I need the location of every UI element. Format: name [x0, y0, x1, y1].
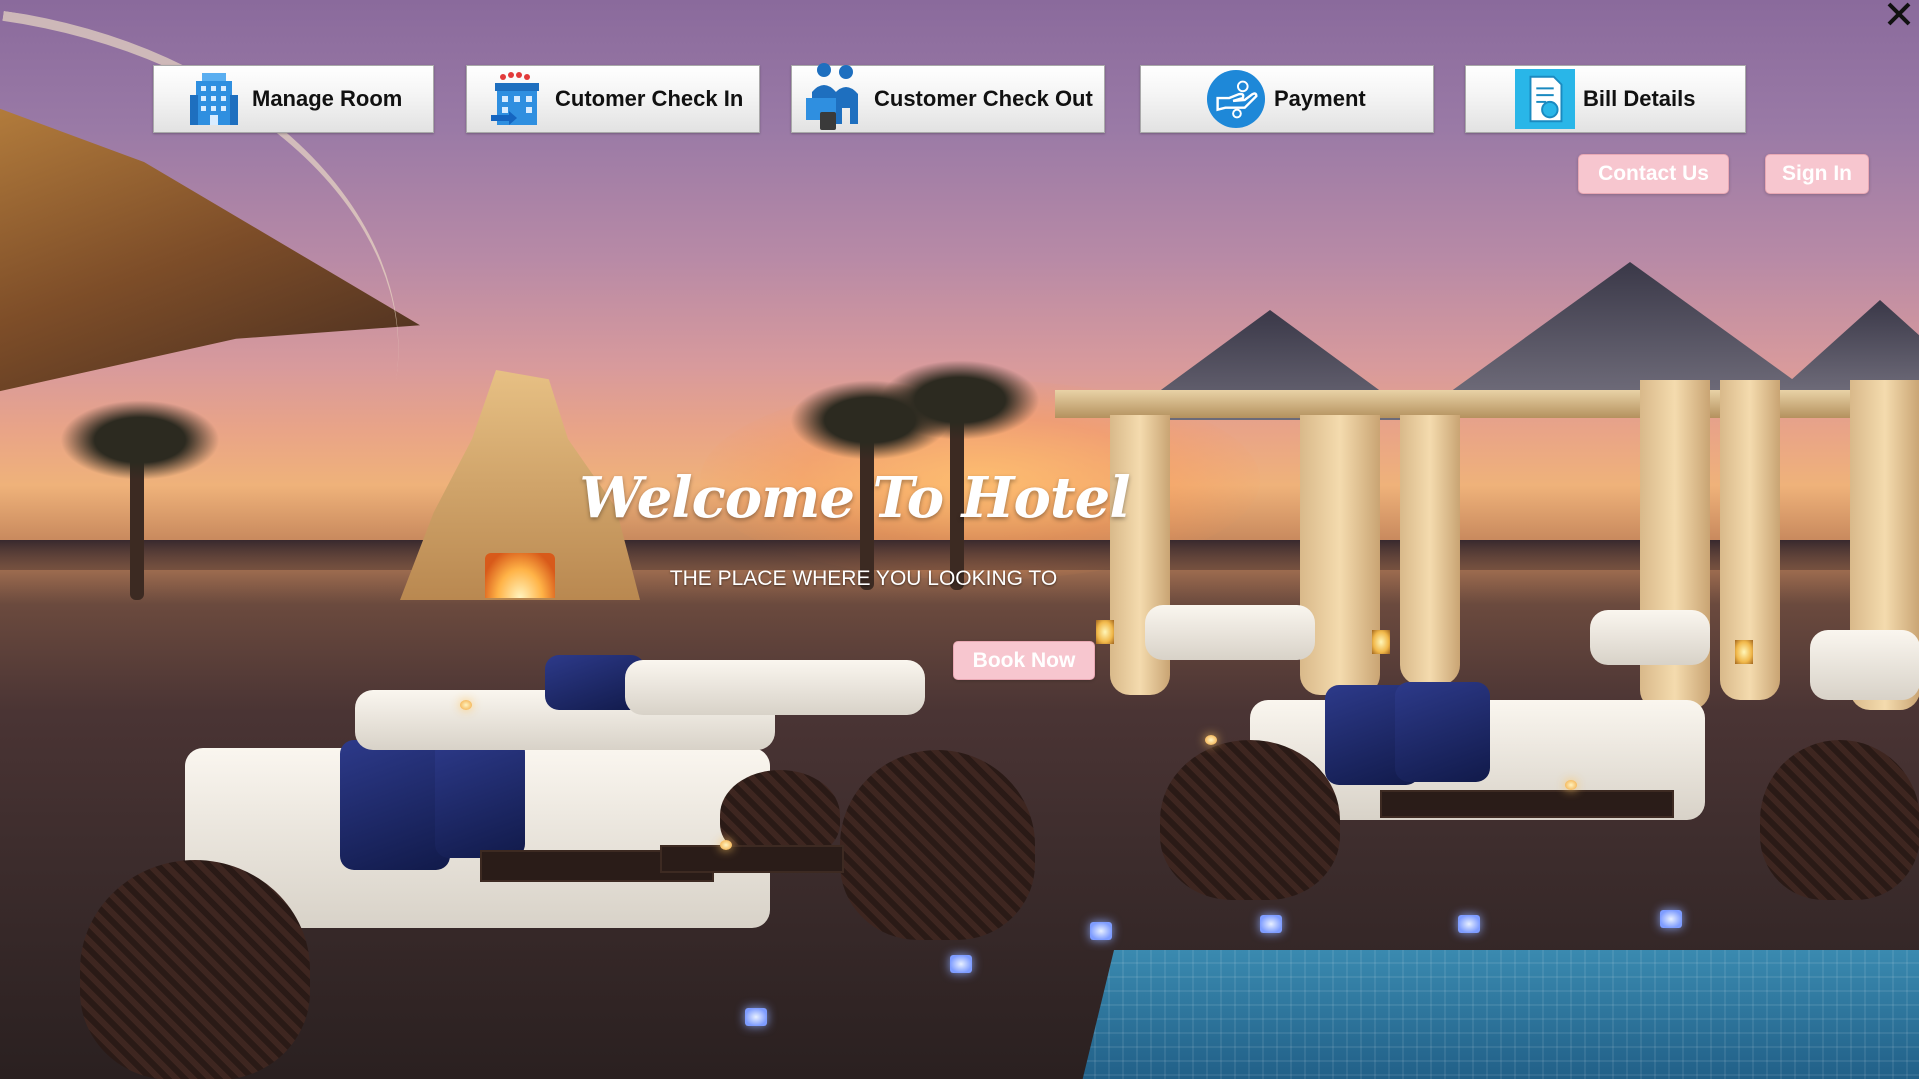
wicker-chair — [80, 860, 310, 1079]
close-button[interactable] — [1885, 0, 1913, 28]
curtain — [1300, 415, 1380, 695]
bill-details-button[interactable]: Bill Details — [1465, 65, 1746, 133]
customer-check-out-button[interactable]: Customer Check Out — [791, 63, 1105, 133]
lantern — [1096, 620, 1114, 644]
curtain — [1400, 415, 1460, 685]
pavilion-roof — [1780, 300, 1919, 390]
payment-button[interactable]: Payment — [1140, 65, 1434, 133]
pavilion-beam — [1055, 390, 1919, 418]
side-table — [660, 845, 844, 873]
customer-check-in-label: Cutomer Check In — [555, 86, 744, 111]
customer-check-out-label: Customer Check Out — [874, 86, 1093, 111]
wicker-chair — [1760, 740, 1919, 900]
deck-light — [950, 955, 972, 973]
payment-label: Payment — [1274, 86, 1366, 111]
wicker-chair — [1160, 740, 1340, 900]
book-now-button[interactable]: Book Now — [953, 641, 1095, 680]
pavilion-sofa — [1590, 610, 1710, 665]
deck-light — [1260, 915, 1282, 933]
reception-desk-icon — [802, 63, 866, 132]
deck-light — [1660, 910, 1682, 928]
bill-document-icon — [1515, 69, 1575, 129]
pavilion-roof — [1450, 262, 1810, 392]
hotel-check-in-icon — [487, 69, 547, 129]
palm-fronds — [880, 360, 1040, 440]
deck-light — [1458, 915, 1480, 933]
candle — [720, 840, 732, 850]
lantern — [1735, 640, 1753, 664]
hotel-home-window: Manage Room Cutomer Check In Customer Ch… — [0, 0, 1919, 1079]
manage-room-label: Manage Room — [252, 86, 403, 111]
customer-check-in-button[interactable]: Cutomer Check In — [466, 65, 760, 133]
hero-title: Welcome To Hotel — [579, 465, 1130, 531]
deck-light — [745, 1008, 767, 1026]
hero-subtitle: THE PLACE WHERE YOU LOOKING TO — [669, 567, 1058, 590]
daybed — [625, 660, 925, 715]
candle — [460, 700, 472, 710]
navy-pillow — [1395, 682, 1490, 782]
lantern — [1372, 630, 1390, 654]
payment-hand-icon — [1206, 69, 1266, 129]
wicker-chair — [840, 750, 1035, 940]
hotel-building-icon — [184, 69, 244, 129]
candle — [1565, 780, 1577, 790]
sign-in-button[interactable]: Sign In — [1765, 154, 1869, 194]
coffee-table — [1380, 790, 1674, 818]
bill-details-label: Bill Details — [1583, 86, 1696, 111]
navy-pillow — [340, 740, 450, 870]
pavilion-sofa — [1145, 605, 1315, 660]
close-icon — [1887, 2, 1911, 26]
navy-pillow — [435, 738, 525, 858]
deck-light — [1090, 922, 1112, 940]
contact-us-button[interactable]: Contact Us — [1578, 154, 1729, 194]
manage-room-button[interactable]: Manage Room — [153, 65, 434, 133]
pavilion-sofa — [1810, 630, 1919, 700]
pool-tiles — [1080, 950, 1919, 1079]
candle — [1205, 735, 1217, 745]
